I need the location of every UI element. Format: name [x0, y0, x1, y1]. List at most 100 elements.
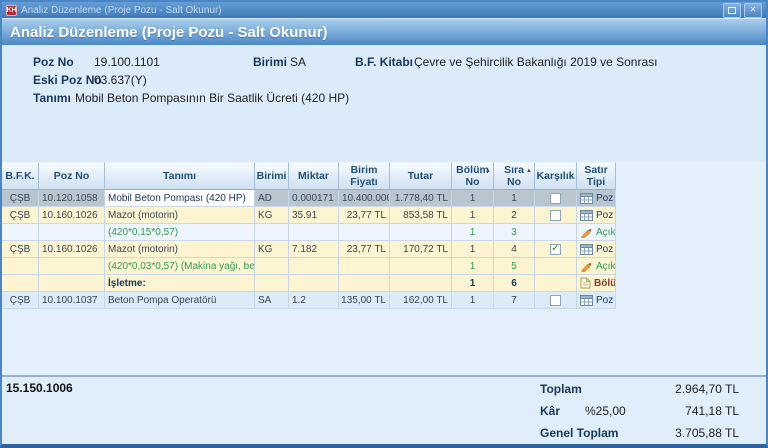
- titlebar[interactable]: KH Analiz Düzenleme (Proje Pozu - Salt O…: [2, 2, 766, 18]
- cell-satir_tipi: Poz: [577, 190, 616, 207]
- cell-birim_fiyati: [339, 275, 390, 292]
- restore-icon: [728, 7, 736, 14]
- restore-button[interactable]: [723, 3, 741, 18]
- cell-sira_no: 3: [494, 224, 535, 241]
- column-header-label: Karşılık: [537, 170, 575, 182]
- cell-bolum_no: 1: [452, 275, 494, 292]
- cell-karsilik: [535, 190, 577, 207]
- eski-poz-no-label: Eski Poz No: [33, 73, 102, 87]
- column-header-sira_no[interactable]: Sıra No▲: [494, 162, 535, 190]
- table-row[interactable]: ÇŞB10.160.1026Mazot (motorin)KG35.9123,7…: [2, 207, 766, 224]
- cell-birim: SA: [255, 292, 289, 309]
- table-grid-icon: [580, 193, 593, 204]
- cell-tutar: [390, 258, 452, 275]
- column-header-miktar[interactable]: Miktar: [289, 162, 339, 190]
- column-header-bolum_no[interactable]: Bölüm No▲: [452, 162, 494, 190]
- table-row[interactable]: İşletme:16Bölü: [2, 275, 766, 292]
- table-row[interactable]: ÇŞB10.160.1026Mazot (motorin)KG7.18223,7…: [2, 241, 766, 258]
- header-fields-panel: Poz No 19.100.1101 Birimi SA B.F. Kitabı…: [2, 45, 766, 147]
- kar-value: 741,18 TL: [685, 404, 739, 418]
- poz-no-value: 19.100.1101: [94, 55, 160, 69]
- toplam-label: Toplam: [540, 382, 582, 396]
- cell-tanim: (420*0,15*0,57): [105, 224, 255, 241]
- cell-miktar: [289, 258, 339, 275]
- cell-bolum_no: 1: [452, 224, 494, 241]
- cell-bfk: [2, 258, 39, 275]
- column-header-poz_no[interactable]: Poz No: [39, 162, 105, 190]
- rowtype-label: Açık: [596, 227, 615, 238]
- cell-tutar: 853,58 TL: [390, 207, 452, 224]
- column-header-satir_tipi[interactable]: Satır Tipi: [577, 162, 616, 190]
- birimi-value: SA: [290, 55, 306, 69]
- cell-tutar: [390, 224, 452, 241]
- table-grid-icon: [580, 244, 593, 255]
- cell-birim: KG: [255, 241, 289, 258]
- column-header-label: Birim Fiyatı: [341, 164, 387, 188]
- cell-satir_tipi: Poz: [577, 292, 616, 309]
- bf-kitabi-label: B.F. Kitabı: [355, 55, 413, 69]
- cell-birim_fiyati: 23,77 TL: [339, 241, 390, 258]
- column-header-tanim[interactable]: Tanımı: [105, 162, 255, 190]
- column-header-bfk[interactable]: B.F.K.: [2, 162, 39, 190]
- rowtype-label: Poz: [596, 210, 613, 221]
- table-row[interactable]: (420*0,15*0,57) 13 Açık: [2, 224, 766, 241]
- analysis-grid: B.F.K. Poz No Tanımı Birimi Miktar Birim Fiya…: [2, 162, 766, 376]
- cell-poz_no: 10.160.1026: [39, 241, 105, 258]
- cell-poz_no: 10.120.1058: [39, 190, 105, 207]
- cell-satir_tipi: Bölü: [577, 275, 616, 292]
- cell-bfk: ÇŞB: [2, 190, 39, 207]
- rowtype-label: Bölü: [594, 278, 616, 289]
- column-header-label: Miktar: [298, 170, 329, 182]
- document-icon: [580, 277, 591, 289]
- table-row[interactable]: (420*0,03*0,57) (Makina yağı, benz15Açık: [2, 258, 766, 275]
- cell-tutar: 1.778,40 TL: [390, 190, 452, 207]
- cell-birim_fiyati: [339, 258, 390, 275]
- column-header-label: B.F.K.: [5, 170, 34, 182]
- cell-miktar: 0.000171: [289, 190, 339, 207]
- tanimi-value: Mobil Beton Pompasının Bir Saatlik Ücret…: [75, 91, 349, 105]
- cell-poz_no: 10.160.1026: [39, 207, 105, 224]
- sort-asc-icon: ▲: [526, 168, 532, 175]
- cell-miktar: [289, 275, 339, 292]
- table-row[interactable]: ÇŞB10.120.1058Mobil Beton Pompası (420 H…: [2, 190, 766, 207]
- page-title-bar: Analiz Düzenleme (Proje Pozu - Salt Okun…: [2, 18, 766, 46]
- footer-panel: 15.150.1006 Toplam 2.964,70 TL Kâr %25,0…: [2, 376, 766, 445]
- cell-birim: KG: [255, 207, 289, 224]
- close-icon: ✕: [750, 6, 757, 14]
- karsilik-checkbox[interactable]: [550, 210, 561, 221]
- cell-bolum_no: 1: [452, 190, 494, 207]
- column-header-tutar[interactable]: Tutar: [390, 162, 452, 190]
- column-header-label: Tanımı: [163, 170, 196, 182]
- cell-satir_tipi: Açık: [577, 258, 616, 275]
- cell-bolum_no: 1: [452, 207, 494, 224]
- grid-rows: ÇŞB10.120.1058Mobil Beton Pompası (420 H…: [2, 190, 766, 309]
- window-controls: ✕: [723, 3, 762, 18]
- birimi-label: Birimi: [253, 55, 287, 69]
- cell-tanim: Beton Pompa Operatörü: [105, 292, 255, 309]
- eski-poz-no-value: 03.637(Y): [94, 73, 147, 87]
- cell-birim: [255, 275, 289, 292]
- cell-bolum_no: 1: [452, 258, 494, 275]
- cell-sira_no: 7: [494, 292, 535, 309]
- cell-birim_fiyati: 10.400.000,: [339, 190, 390, 207]
- cell-bfk: [2, 224, 39, 241]
- cell-tanim: İşletme:: [105, 275, 255, 292]
- karsilik-checkbox[interactable]: ✓: [550, 244, 561, 255]
- karsilik-checkbox[interactable]: [550, 193, 561, 204]
- cell-bfk: ÇŞB: [2, 292, 39, 309]
- analiz-duzenleme-window: KH Analiz Düzenleme (Proje Pozu - Salt O…: [0, 0, 768, 448]
- cell-bfk: ÇŞB: [2, 207, 39, 224]
- cell-bfk: [2, 275, 39, 292]
- cell-poz_no: [39, 224, 105, 241]
- hand-pencil-icon: [580, 261, 593, 272]
- close-button[interactable]: ✕: [744, 3, 762, 18]
- column-header-karsilik[interactable]: Karşılık: [535, 162, 577, 190]
- cell-birim: [255, 224, 289, 241]
- column-header-birim[interactable]: Birimi: [255, 162, 289, 190]
- grid-header-row: B.F.K. Poz No Tanımı Birimi Miktar Birim Fiya…: [2, 162, 766, 190]
- column-header-birim_fiyati[interactable]: Birim Fiyatı: [339, 162, 390, 190]
- karsilik-checkbox[interactable]: [550, 295, 561, 306]
- cell-sira_no: 1: [494, 190, 535, 207]
- cell-karsilik: [535, 275, 577, 292]
- table-row[interactable]: ÇŞB10.100.1037Beton Pompa OperatörüSA1.2…: [2, 292, 766, 309]
